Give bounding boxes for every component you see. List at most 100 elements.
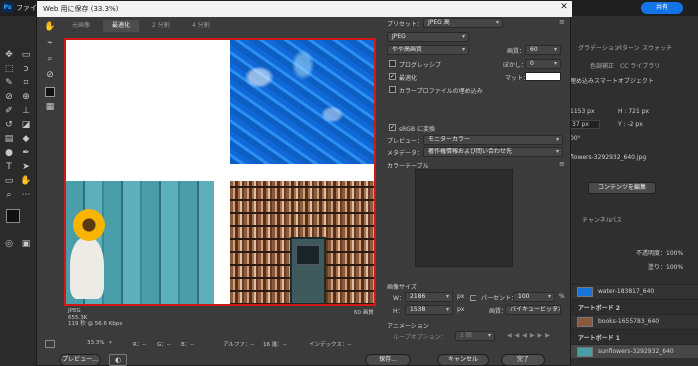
- dodge-tool-icon[interactable]: ●: [2, 147, 16, 160]
- save-button[interactable]: 保存...: [365, 354, 411, 366]
- hand-tool-icon[interactable]: ✋: [19, 175, 33, 188]
- layer-row[interactable]: water-183817_640: [570, 284, 698, 298]
- y-value[interactable]: Y : -2 px: [618, 121, 643, 128]
- panel-tab-swatches[interactable]: スウォッチ: [642, 43, 672, 52]
- panel-tab-patterns[interactable]: パターン: [616, 43, 640, 52]
- lasso-tool-icon[interactable]: ↄ: [19, 63, 33, 76]
- healing-brush-icon[interactable]: ⊕: [19, 91, 33, 104]
- eyedropper-color-swatch[interactable]: [45, 87, 55, 97]
- panel-tab-channels[interactable]: チャンネル: [582, 215, 612, 224]
- preview-mode-label: プレビュー：: [387, 138, 424, 145]
- format-select[interactable]: JPEG: [387, 32, 469, 42]
- preset-select[interactable]: JPEG 高: [423, 18, 503, 28]
- blur-field[interactable]: 0: [525, 59, 561, 69]
- metadata-select[interactable]: 著作権情報および問い合わせ先: [423, 147, 563, 157]
- artboard-tool-icon[interactable]: ▭: [19, 49, 33, 62]
- foreground-color-swatch[interactable]: [6, 209, 20, 223]
- blur-tool-icon[interactable]: ◆: [19, 133, 33, 146]
- share-button[interactable]: 共有: [641, 2, 683, 14]
- done-button[interactable]: 完了: [501, 354, 545, 366]
- link-icon[interactable]: ⊏: [469, 293, 477, 304]
- artboard-row[interactable]: アートボード 1: [570, 329, 698, 343]
- history-brush-icon[interactable]: ↺: [2, 119, 16, 132]
- quality-label: 画質：: [507, 48, 526, 55]
- eyedropper-tool-icon[interactable]: ⊘: [43, 69, 57, 82]
- water-image: [230, 40, 374, 164]
- px-unit: px: [457, 293, 465, 300]
- artboard-row[interactable]: アートボード 2: [570, 299, 698, 313]
- panel-tab-adjustments[interactable]: 色調補正: [590, 61, 614, 70]
- quality-field[interactable]: 60: [525, 45, 561, 55]
- type-tool-icon[interactable]: T: [2, 161, 16, 174]
- compression-select[interactable]: やや高画質: [387, 45, 469, 55]
- loop-options-select[interactable]: 1 回: [455, 331, 495, 341]
- quick-mask-icon[interactable]: ◎: [2, 238, 16, 251]
- path-select-icon[interactable]: ➤: [19, 161, 33, 174]
- optimized-checkbox[interactable]: ✓: [389, 73, 396, 80]
- zoom-minus-icon[interactable]: [45, 340, 55, 348]
- crop-tool-icon[interactable]: ⌗: [19, 77, 33, 90]
- matte-color-select[interactable]: [525, 72, 561, 81]
- layer-row[interactable]: sunflowers-3292932_640: [570, 344, 698, 358]
- tab-optimized[interactable]: 最適化: [103, 20, 140, 32]
- animation-controls[interactable]: ◀◀◀▶▶▶: [507, 332, 553, 339]
- gradient-tool-icon[interactable]: ▤: [2, 133, 16, 146]
- width-field[interactable]: 2186: [405, 292, 453, 302]
- marquee-tool-icon[interactable]: ⬚: [2, 63, 16, 76]
- chevron-down-icon[interactable]: ▾: [109, 340, 112, 346]
- screen-mode-icon[interactable]: ▣: [19, 238, 33, 251]
- zoom-level[interactable]: 33.3%: [87, 340, 104, 346]
- menu-icon[interactable]: ≡: [559, 160, 565, 168]
- height-field[interactable]: 1538: [405, 305, 453, 315]
- status-alpha: アルファ：--: [223, 342, 255, 348]
- panel-tab-gradients[interactable]: グラデーション: [578, 43, 620, 52]
- animation-label: アニメーション: [387, 323, 429, 330]
- x-value[interactable]: 1153 px: [570, 108, 595, 115]
- opacity-label[interactable]: 不透明度：100%: [636, 248, 683, 257]
- toggle-slices-icon[interactable]: ▦: [43, 101, 57, 114]
- eyedropper-tool-icon[interactable]: ⊘: [2, 91, 16, 104]
- cancel-button[interactable]: キャンセル: [437, 354, 489, 366]
- layer-row[interactable]: books-1655783_640: [570, 314, 698, 328]
- px-unit: px: [457, 306, 465, 313]
- zoom-tool-icon[interactable]: ⌕: [43, 53, 57, 66]
- preview-mode-select[interactable]: モニターカラー: [423, 135, 563, 145]
- shape-tool-icon[interactable]: ▭: [2, 175, 16, 188]
- eraser-tool-icon[interactable]: ◪: [19, 119, 33, 132]
- hand-tool-icon[interactable]: ✋: [43, 21, 57, 34]
- status-bar: 33.3% ▾ R：-- G：-- B：-- アルファ：-- 16 進：-- イ…: [45, 338, 385, 350]
- layer-name: water-183817_640: [598, 288, 655, 295]
- zoom-tool-icon[interactable]: ⌕: [2, 189, 16, 202]
- percent-field[interactable]: 100: [513, 292, 555, 302]
- quick-select-tool-icon[interactable]: ✎: [2, 77, 16, 90]
- move-tool-icon[interactable]: ✥: [2, 49, 16, 62]
- browser-preview-icon[interactable]: ◐: [109, 354, 127, 366]
- w-value[interactable]: 37 px: [572, 121, 589, 128]
- tab-original[interactable]: 元画像: [63, 20, 99, 32]
- image-preview[interactable]: [64, 38, 376, 306]
- close-icon[interactable]: ✕: [558, 2, 570, 15]
- angle-value[interactable]: 00°: [570, 135, 581, 142]
- fill-label[interactable]: 塗り：100%: [648, 262, 683, 271]
- srgb-checkbox[interactable]: ✓: [389, 124, 396, 131]
- panel-tab-paths[interactable]: パス: [610, 215, 622, 224]
- edit-toolbar-icon[interactable]: ⋯: [19, 189, 33, 202]
- menu-icon[interactable]: ≡: [559, 18, 565, 26]
- brush-tool-icon[interactable]: ✐: [2, 105, 16, 118]
- sunflower-image: [66, 181, 214, 304]
- status-r: R：--: [133, 342, 147, 348]
- slice-select-tool-icon[interactable]: ⌁: [43, 37, 57, 50]
- tab-4-up[interactable]: 4 分割: [183, 20, 219, 32]
- panel-tab-libraries[interactable]: CC ライブラリ: [620, 61, 660, 70]
- progressive-checkbox[interactable]: [389, 60, 396, 67]
- preview-button[interactable]: プレビュー...: [59, 354, 101, 366]
- dialog-titlebar: Web 用に保存 (33.3%) ✕: [37, 1, 572, 17]
- height-label: H：: [393, 308, 404, 315]
- edit-contents-button[interactable]: コンテンツを編集: [588, 182, 656, 194]
- clone-stamp-icon[interactable]: ⊥: [19, 105, 33, 118]
- h-value[interactable]: H : 721 px: [618, 108, 649, 115]
- icc-profile-checkbox[interactable]: [389, 86, 396, 93]
- resample-select[interactable]: バイキュービック法: [505, 305, 561, 315]
- tab-2-up[interactable]: 2 分割: [143, 20, 179, 32]
- pen-tool-icon[interactable]: ✒: [19, 147, 33, 160]
